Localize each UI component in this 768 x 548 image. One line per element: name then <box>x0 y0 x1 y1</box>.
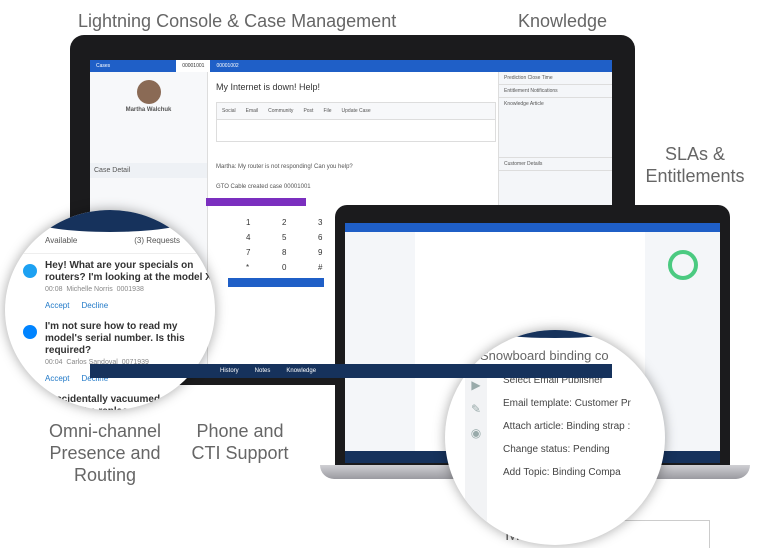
work-item: Hey! What are your specials on routers? … <box>5 260 215 313</box>
macros-magnifier: Snowboard binding co ▶ ✎ ◉ Select Email … <box>445 330 665 545</box>
laptop-sidebar <box>345 232 415 452</box>
work-item-text: Hey! What are your specials on routers? … <box>45 260 215 283</box>
accept-button[interactable]: Accept <box>45 374 69 383</box>
panel-section: Customer Details <box>499 158 612 171</box>
label-knowledge: Knowledge <box>518 11 608 31</box>
work-item-time: 00:04 <box>45 359 63 366</box>
tab-file[interactable]: File <box>323 108 331 114</box>
macro-step: Change status: Pending <box>503 444 610 455</box>
work-item-id: 0001938 <box>116 286 144 293</box>
messenger-icon <box>23 325 37 339</box>
publisher-input[interactable] <box>216 120 496 142</box>
requests-count: (3) Requests <box>134 236 180 245</box>
tab-case-1[interactable]: 00001001 <box>176 60 211 72</box>
sla-gauge <box>667 250 698 280</box>
omni-channel-magnifier: Available (3) Requests Hey! What are you… <box>5 210 215 410</box>
phone-header <box>206 198 306 206</box>
eye-icon[interactable]: ◉ <box>465 426 487 440</box>
utility-knowledge[interactable]: Knowledge <box>286 368 316 374</box>
tab-email[interactable]: Email <box>246 108 259 114</box>
work-item-name: Michelle Norris <box>66 286 113 293</box>
decline-button[interactable]: Decline <box>81 301 108 310</box>
panel-section: Knowledge Article <box>499 98 612 158</box>
feed-item: GTO Cable created case 00001001 <box>216 184 311 190</box>
publisher-tabs: Social Email Community Post File Update … <box>216 102 496 120</box>
contact-name: Martha Walchuk <box>125 107 172 113</box>
work-item: I accidentally vacuumed over ... Can I g… <box>5 394 215 410</box>
tab-social[interactable]: Social <box>222 108 236 114</box>
accept-button[interactable]: Accept <box>45 301 69 310</box>
label-slas: SLAs & Entitlements <box>645 144 745 186</box>
feed-item: Martha: My router is not responding! Can… <box>216 164 353 170</box>
divider <box>610 520 710 548</box>
tab-cases[interactable]: Cases <box>90 63 116 69</box>
macro-toolbar: ▶ ✎ ◉ <box>465 370 487 545</box>
tab-update-case[interactable]: Update Case <box>342 108 371 114</box>
work-item-text: I'm not sure how to read my model's seri… <box>45 321 185 356</box>
utility-bar: History Notes Knowledge <box>90 364 612 378</box>
work-item-text: I accidentally vacuumed over ... Can I g… <box>45 394 196 410</box>
call-button[interactable] <box>228 278 324 287</box>
edit-icon[interactable]: ✎ <box>465 402 487 416</box>
case-detail-heading: Case Detail <box>90 163 207 178</box>
twitter-icon <box>23 264 37 278</box>
laptop-topbar <box>345 223 720 232</box>
work-item-time: 00:08 <box>45 286 63 293</box>
label-omni: Omni-channel Presence and Routing <box>48 421 162 485</box>
presence-status[interactable]: Available <box>45 236 77 245</box>
tab-community[interactable]: Community <box>268 108 293 114</box>
macro-step: Email template: Customer Pr <box>503 398 631 409</box>
macro-step: Add Topic: Binding Compa <box>503 467 621 478</box>
case-title: My Internet is down! Help! <box>216 82 321 92</box>
macro-step: Attach article: Binding strap : <box>503 421 631 432</box>
panel-section: Entitlement Notifications <box>499 85 612 98</box>
utility-notes[interactable]: Notes <box>255 368 271 374</box>
label-phone: Phone and CTI Support <box>191 421 289 463</box>
label-console: Lightning Console & Case Management <box>78 11 397 31</box>
panel-section: Prediction Close Time <box>499 72 612 85</box>
tab-post[interactable]: Post <box>303 108 313 114</box>
avatar <box>136 80 161 104</box>
play-icon[interactable]: ▶ <box>465 378 487 392</box>
console-tabbar: Cases 00001001 00001002 <box>90 60 612 72</box>
tab-case-2[interactable]: 00001002 <box>210 63 244 69</box>
utility-history[interactable]: History <box>220 368 239 374</box>
